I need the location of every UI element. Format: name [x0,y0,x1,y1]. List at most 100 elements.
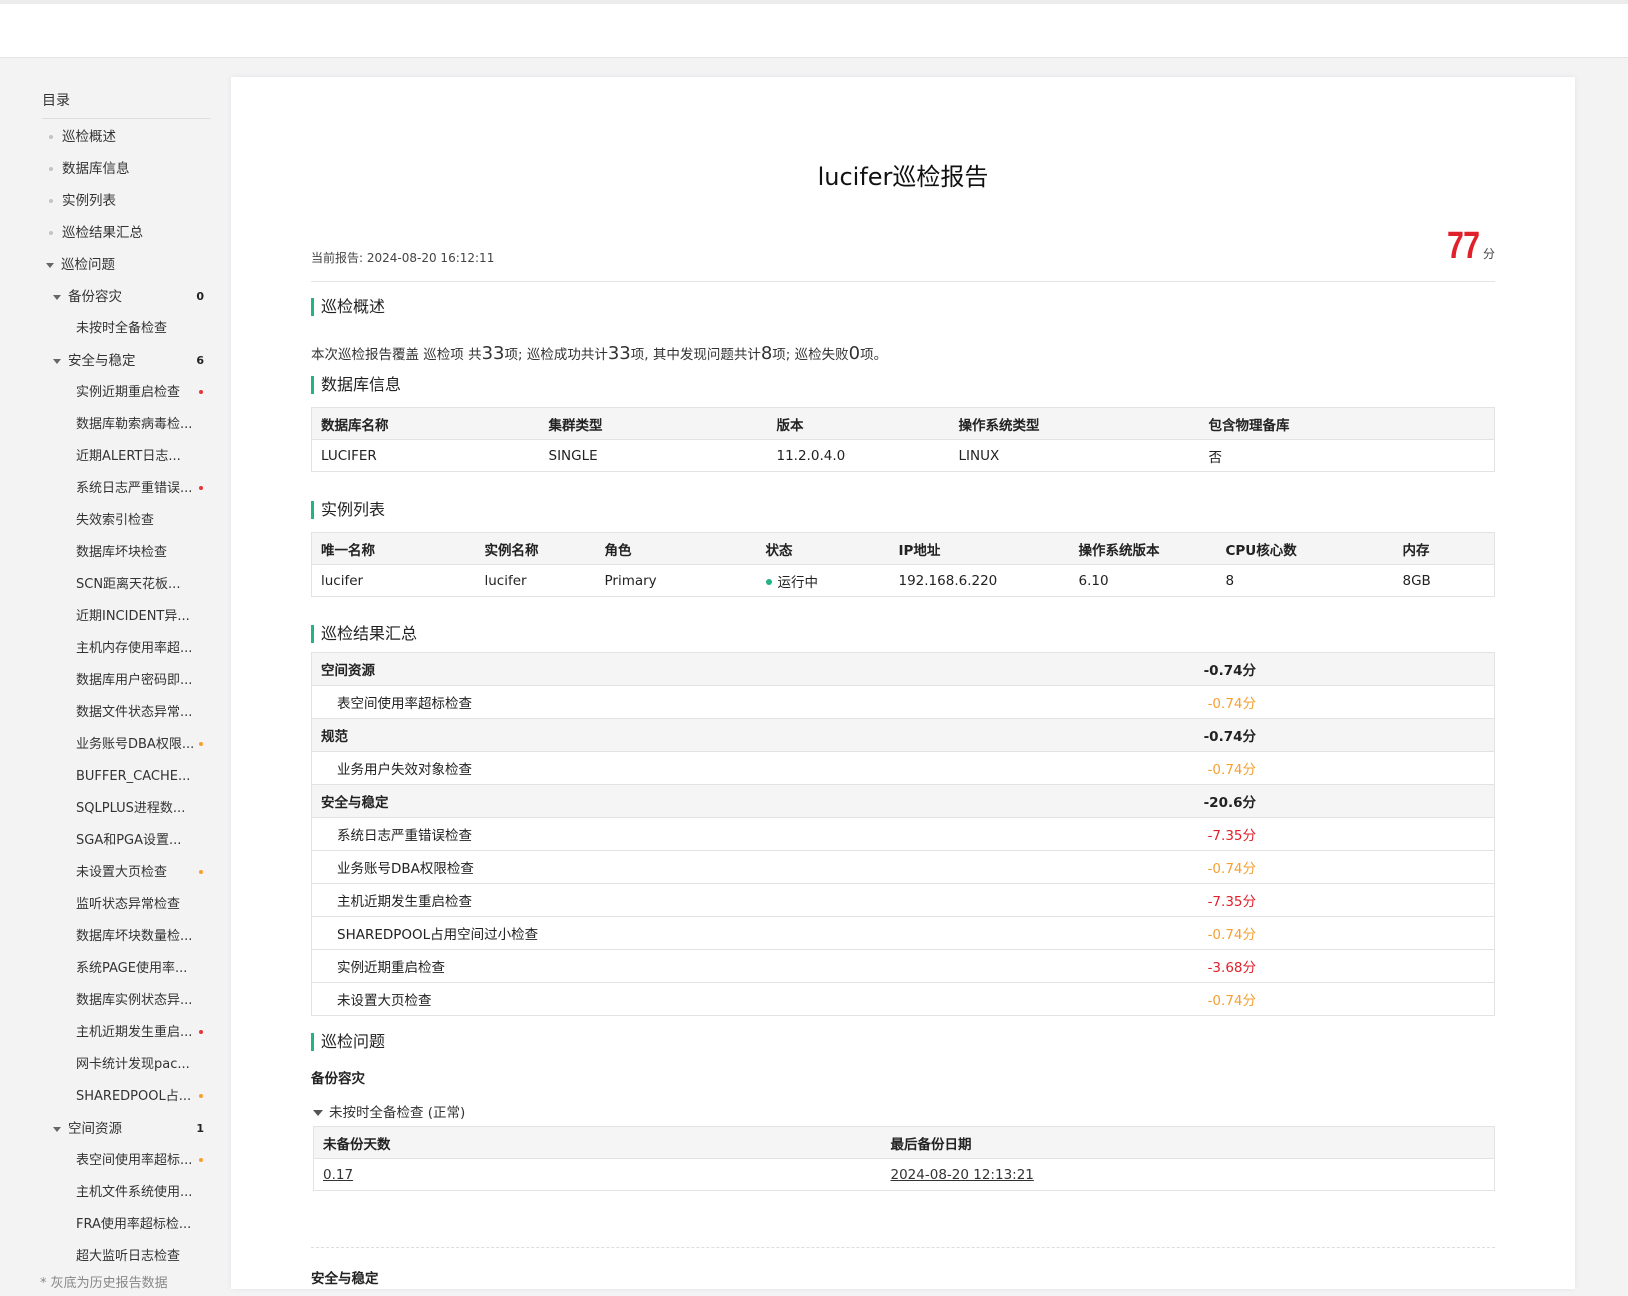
toc-group-count: 0 [196,290,204,303]
issue-group-backup: 备份容灾 [311,1071,365,1087]
summary-item-row: 未设置大页检查 -0.74分 [311,982,1495,1016]
red-dot-icon [199,1030,203,1034]
summary-name: 空间资源 [311,652,833,686]
toc-item-dbinfo[interactable]: 数据库信息 [42,153,210,185]
overview-total: 33 [481,343,505,364]
backup-cell: 2024-08-20 12:13:21 [881,1158,1495,1191]
toc-item-overview[interactable]: 巡检概述 [42,121,210,153]
instances-header: CPU核心数 [1216,532,1394,565]
toc-check-item[interactable]: BUFFER_CACHE... [42,761,210,793]
toc-check-item[interactable]: 主机近期发生重启... [42,1017,210,1049]
dbinfo-cell: 11.2.0.4.0 [767,439,950,472]
toc-item-summary[interactable]: 巡检结果汇总 [42,217,210,249]
toc-check-item[interactable]: 近期INCIDENT异... [42,601,210,633]
report-meta: 当前报告: 2024-08-20 16:12:11 [311,249,494,266]
toc-check-item[interactable]: 数据文件状态异常... [42,697,210,729]
toc-check-item[interactable]: 业务账号DBA权限... [42,729,210,761]
summary-item-row: 主机近期发生重启检查 -7.35分 [311,883,1495,917]
toc-group[interactable]: 安全与稳定 6 [42,345,210,377]
check-title: 未按时全备检查 (正常) [329,1105,466,1121]
toc-group-label: 备份容灾 [68,289,122,305]
toc-group[interactable]: 备份容灾 0 [42,281,210,313]
toc-check-item[interactable]: 超大监听日志检查 [42,1241,210,1273]
toc-check-item[interactable]: 数据库坏块检查 [42,537,210,569]
toc-check-label: 表空间使用率超标... [76,1153,193,1168]
dbinfo-header: 集群类型 [539,407,768,440]
toc-check-item[interactable]: SGA和PGA设置... [42,825,210,857]
toc-check-item[interactable]: FRA使用率超标检... [42,1209,210,1241]
toc-check-item[interactable]: 数据库实例状态异... [42,985,210,1017]
toc-check-item[interactable]: SQLPLUS进程数... [42,793,210,825]
toc-check-item[interactable]: 主机文件系统使用... [42,1177,210,1209]
toc-check-item[interactable]: 系统PAGE使用率... [42,953,210,985]
summary-value: -0.74分 [832,850,1495,884]
toc-check-item[interactable]: 表空间使用率超标... [42,1145,210,1177]
dashed-divider [311,1247,1495,1248]
instances-header: 内存 [1393,532,1495,565]
summary-value: -0.74分 [832,751,1495,785]
date-link[interactable]: 2024-08-20 12:13:21 [891,1167,1034,1183]
overview-part: 项; 巡检成功共计 [504,347,608,363]
toc-check-item[interactable]: 未按时全备检查 [42,313,210,345]
current-report-time: 2024-08-20 16:12:11 [366,251,495,265]
toc-check-label: 数据文件状态异常... [76,705,193,720]
toc-group[interactable]: 空间资源 1 [42,1113,210,1145]
overview-part: 项, 其中发现问题共计 [630,347,761,363]
summary-name: 业务用户失效对象检查 [311,751,833,785]
toc-check-item[interactable]: 网卡统计发现pac... [42,1049,210,1081]
summary-name: 表空间使用率超标检查 [311,685,833,719]
table-row: lucifer lucifer Primary 运行中 192.168.6.22… [311,564,1495,597]
toc-check-item[interactable]: 未设置大页检查 [42,857,210,889]
summary-name: 规范 [311,718,833,752]
instances-cell: lucifer [475,564,596,597]
toc-check-label: SGA和PGA设置... [76,833,182,848]
toc-check-item[interactable]: 主机内存使用率超... [42,633,210,665]
section-issues-heading: 巡检问题 [311,1033,385,1051]
overview-failed: 0 [848,343,861,364]
summary-name: 业务账号DBA权限检查 [311,850,833,884]
dbinfo-header: 包含物理备库 [1199,407,1495,440]
instances-cell: 6.10 [1069,564,1217,597]
overview-part: 项。 [860,347,888,363]
summary-value: -0.74分 [832,652,1495,686]
toc-check-item[interactable]: SHAREDPOOL占... [42,1081,210,1113]
toc-check-item[interactable]: 数据库勒索病毒检... [42,409,210,441]
toc-check-item[interactable]: 监听状态异常检查 [42,889,210,921]
toc-check-item[interactable]: 近期ALERT日志... [42,441,210,473]
report-panel: lucifer巡检报告 当前报告: 2024-08-20 16:12:11 77… [231,77,1575,1289]
issue-group-security: 安全与稳定 [311,1271,379,1287]
backup-header: 最后备份日期 [881,1126,1495,1159]
caret-down-icon [53,1127,61,1132]
section-overview-heading: 巡检概述 [311,298,385,316]
toc-check-label: 主机近期发生重启... [76,1025,193,1040]
instances-header: 唯一名称 [311,532,476,565]
summary-group-row: 规范 -0.74分 [311,718,1495,752]
dbinfo-cell: LINUX [949,439,1200,472]
toc-item-label: 巡检问题 [61,257,115,273]
toc-check-item[interactable]: 系统日志严重错误... [42,473,210,505]
toc-item-instances[interactable]: 实例列表 [42,185,210,217]
caret-down-icon [53,295,61,300]
summary-group-row: 安全与稳定 -20.6分 [311,784,1495,818]
summary-name: SHAREDPOOL占用空间过小检查 [311,916,833,950]
toc-check-item[interactable]: 数据库坏块数量检... [42,921,210,953]
toc-check-label: 数据库用户密码即... [76,673,193,688]
toc-check-item[interactable]: SCN距离天花板... [42,569,210,601]
status-running-icon [765,578,772,585]
toc-check-item[interactable]: 实例近期重启检查 [42,377,210,409]
dbinfo-header: 操作系统类型 [949,407,1200,440]
toc-check-item[interactable]: 失效索引检查 [42,505,210,537]
summary-value: -0.74分 [832,982,1495,1016]
toc-check-item[interactable]: 数据库用户密码即... [42,665,210,697]
toc-check-label: 系统日志严重错误... [76,481,193,496]
toc-check-label: 监听状态异常检查 [76,897,181,912]
toc-check-label: SHAREDPOOL占... [76,1089,192,1104]
score-unit: 分 [1482,247,1495,261]
check-collapse-header[interactable]: 未按时全备检查 (正常) [313,1101,465,1121]
toc-group-count: 1 [196,1122,204,1135]
toc-item-issues[interactable]: 巡检问题 [42,249,210,281]
divider [311,281,1495,282]
summary-name: 系统日志严重错误检查 [311,817,833,851]
days-link[interactable]: 0.17 [323,1167,353,1183]
dbinfo-header: 数据库名称 [311,407,540,440]
